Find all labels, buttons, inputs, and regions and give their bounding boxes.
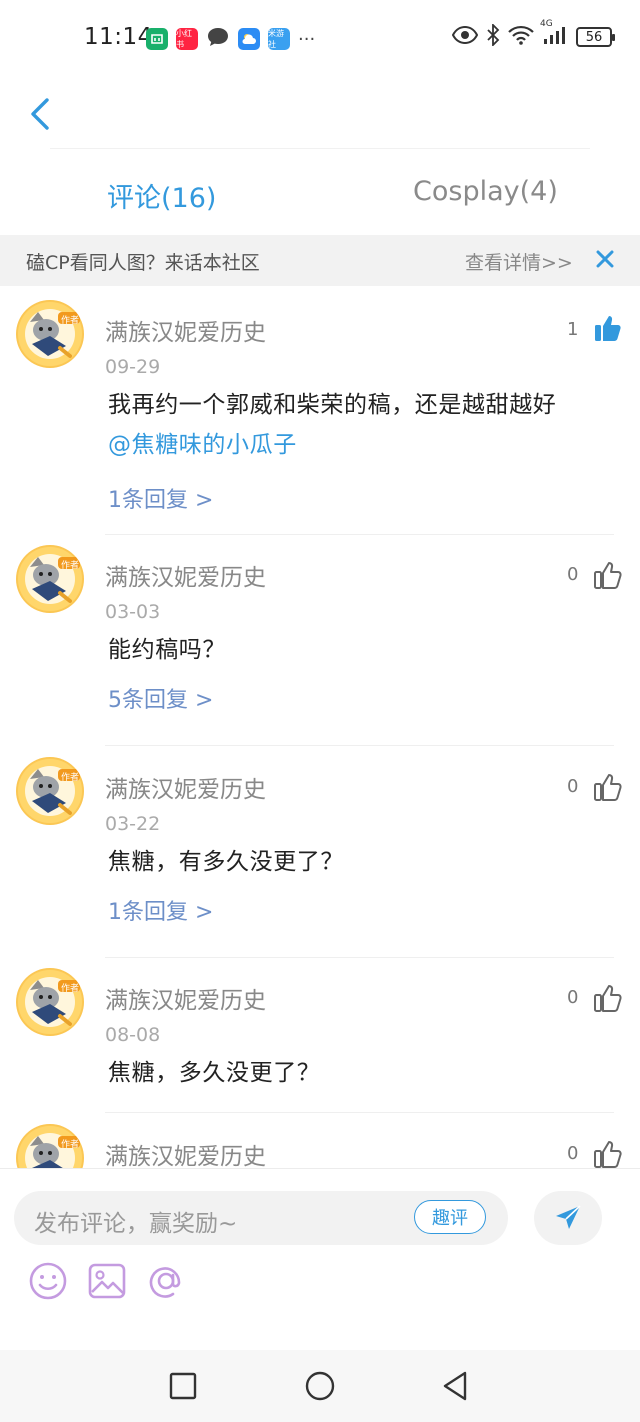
back-button[interactable] xyxy=(20,92,60,136)
comment-text: 焦糖，有多久没更了？ xyxy=(108,849,344,875)
comment-mention[interactable]: @焦糖味的小瓜子 xyxy=(108,425,297,459)
tab-bar: 评论(16) Cosplay(4) xyxy=(0,164,640,224)
battery-icon: 56 xyxy=(576,27,615,47)
reply-count-link[interactable]: 1条回复 > xyxy=(108,894,213,926)
like-icon[interactable] xyxy=(593,313,623,343)
tab-cosplay[interactable]: Cosplay(4) xyxy=(413,176,558,207)
comment-divider xyxy=(105,745,614,746)
like-icon[interactable] xyxy=(593,772,623,802)
comment-text: 焦糖，多久没更了？ xyxy=(108,1060,321,1086)
send-button[interactable] xyxy=(534,1191,602,1245)
image-icon[interactable] xyxy=(87,1261,127,1301)
status-bar: 11:14 小红书 米游社 ··· 4G 56 xyxy=(0,0,640,78)
status-time: 11:14 xyxy=(84,24,153,50)
at-icon[interactable] xyxy=(146,1261,186,1301)
eye-icon xyxy=(451,25,479,48)
comment-divider xyxy=(105,534,614,535)
author-badge: 作者 xyxy=(61,316,80,326)
comment-text: 能约稿吗？ xyxy=(108,637,226,663)
like-count: 0 xyxy=(567,776,579,797)
comment-username[interactable]: 满族汉妮爱历史 xyxy=(105,770,266,804)
mi-home-icon xyxy=(146,28,168,50)
status-right: 4G 56 xyxy=(451,19,615,50)
avatar[interactable]: 作者 xyxy=(16,1124,84,1168)
home-circle-icon[interactable] xyxy=(302,1368,338,1404)
signal-icon: 4G xyxy=(540,19,568,49)
author-badge: 作者 xyxy=(61,773,80,783)
avatar[interactable]: 作者 xyxy=(16,300,84,368)
avatar[interactable]: 作者 xyxy=(16,545,84,613)
author-badge: 作者 xyxy=(61,561,80,571)
status-app-icons: 小红书 米游社 ··· xyxy=(146,26,315,52)
like-icon[interactable] xyxy=(593,983,623,1013)
comment-username[interactable]: 满族汉妮爱历史 xyxy=(105,558,266,592)
comment-item: 作者 满族汉妮爱历史 0 xyxy=(0,1124,640,1168)
like-count: 0 xyxy=(567,564,579,585)
comment-username[interactable]: 满族汉妮爱历史 xyxy=(105,981,266,1015)
app-icon: 米游社 xyxy=(268,28,290,50)
avatar[interactable]: 作者 xyxy=(16,757,84,825)
xiaohongshu-icon: 小红书 xyxy=(176,28,198,50)
banner-text: 磕CP看同人图？来话本社区 xyxy=(26,252,260,274)
comment-username[interactable]: 满族汉妮爱历史 xyxy=(105,313,266,347)
avatar[interactable]: 作者 xyxy=(16,968,84,1036)
bluetooth-icon xyxy=(486,22,500,50)
like-icon[interactable] xyxy=(593,560,623,590)
comment-input[interactable]: 发布评论，赢奖励~ 趣评 xyxy=(14,1191,508,1245)
tab-comments[interactable]: 评论(16) xyxy=(107,176,216,215)
comment-divider xyxy=(105,957,614,958)
promo-banner[interactable]: 磕CP看同人图？来话本社区 查看详情>> xyxy=(0,235,640,286)
comment-text: 我再约一个郭威和柴荣的稿，还是越甜越好 xyxy=(108,392,557,418)
reply-count-link[interactable]: 5条回复 > xyxy=(108,682,213,714)
comment-input-placeholder: 发布评论，赢奖励~ xyxy=(34,1211,238,1237)
message-icon xyxy=(206,26,230,52)
emoji-icon[interactable] xyxy=(28,1261,68,1301)
author-badge: 作者 xyxy=(61,984,80,994)
comment-date: 09-29 xyxy=(105,356,161,378)
close-icon[interactable] xyxy=(594,248,616,270)
back-arrow-icon xyxy=(31,98,49,130)
back-triangle-icon[interactable] xyxy=(437,1368,473,1404)
send-icon xyxy=(556,1205,581,1229)
comment-item: 作者 满族汉妮爱历史 1 09-29 我再约一个郭威和柴荣的稿，还是越甜越好 @焦糖味的小… xyxy=(0,300,640,520)
comment-composer: 发布评论，赢奖励~ 趣评 xyxy=(0,1168,640,1350)
like-count: 0 xyxy=(567,987,579,1008)
comment-item: 作者 满族汉妮爱历史 0 03-22 焦糖，有多久没更了？ 1条回复 > xyxy=(0,757,640,977)
banner-details-link[interactable]: 查看详情>> xyxy=(465,248,573,275)
wifi-icon xyxy=(508,25,534,49)
comment-item: 作者 满族汉妮爱历史 0 03-03 能约稿吗？ 5条回复 > xyxy=(0,545,640,765)
system-nav-bar xyxy=(0,1350,640,1422)
comment-date: 08-08 xyxy=(105,1024,161,1046)
like-icon[interactable] xyxy=(593,1139,623,1168)
recents-square-icon[interactable] xyxy=(165,1368,201,1404)
comment-date: 03-22 xyxy=(105,813,161,835)
like-count: 1 xyxy=(567,319,579,340)
header-divider xyxy=(50,148,590,149)
overflow-icon: ··· xyxy=(298,28,316,50)
like-count: 0 xyxy=(567,1143,579,1164)
weather-icon xyxy=(238,28,260,50)
reply-count-link[interactable]: 1条回复 > xyxy=(108,482,213,514)
comment-divider xyxy=(105,1112,614,1113)
comment-date: 03-03 xyxy=(105,601,161,623)
author-badge: 作者 xyxy=(61,1140,80,1150)
comment-username[interactable]: 满族汉妮爱历史 xyxy=(105,1137,266,1168)
qupin-button[interactable]: 趣评 xyxy=(414,1200,486,1234)
